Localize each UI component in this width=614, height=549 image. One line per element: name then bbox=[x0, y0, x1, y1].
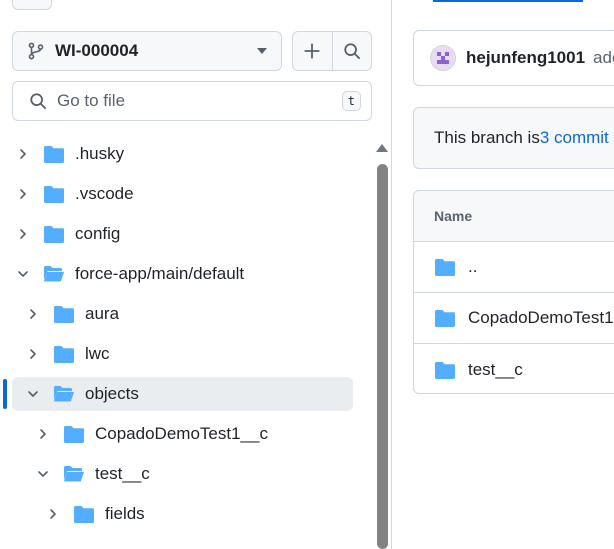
folder-icon bbox=[434, 308, 456, 328]
table-row[interactable]: .. bbox=[414, 242, 614, 293]
tree-item-label: force-app/main/default bbox=[75, 264, 245, 283]
tree-item[interactable]: test__c bbox=[36, 457, 150, 491]
plus-icon bbox=[303, 42, 321, 60]
tree-item[interactable]: config bbox=[16, 217, 120, 251]
tree-item[interactable]: objects bbox=[12, 377, 353, 411]
commit-message[interactable]: ado bbox=[593, 48, 614, 68]
tree-item[interactable]: CopadoDemoTest1__c bbox=[36, 417, 268, 451]
chevron-right-icon[interactable] bbox=[37, 428, 49, 440]
branch-status-text: This branch is bbox=[434, 128, 540, 147]
chevron-down-icon[interactable] bbox=[17, 268, 29, 280]
directory-content: hejunfeng1001 ado This branch is 3 commi… bbox=[393, 0, 614, 549]
go-to-file-search: t bbox=[12, 81, 372, 121]
chevron-right-icon[interactable] bbox=[27, 308, 39, 320]
chevron-down-icon[interactable] bbox=[27, 388, 39, 400]
search-code-button[interactable] bbox=[331, 32, 372, 70]
folder-icon bbox=[434, 257, 456, 277]
folder-open-icon bbox=[63, 464, 85, 484]
tree-actions bbox=[292, 31, 372, 71]
tree-item[interactable]: force-app/main/default bbox=[16, 257, 244, 291]
file-table: Name .. CopadoDemoTest1 test__c bbox=[413, 190, 614, 394]
table-row[interactable]: test__c bbox=[414, 344, 614, 393]
tree-item-label: .husky bbox=[75, 144, 125, 163]
file-name: CopadoDemoTest1 bbox=[468, 308, 614, 327]
branch-status-banner: This branch is 3 commit bbox=[413, 107, 614, 169]
folder-open-icon bbox=[43, 264, 65, 284]
tree-item[interactable]: fields bbox=[46, 497, 145, 531]
breadcrumb-link[interactable] bbox=[433, 0, 613, 4]
latest-commit-bar: hejunfeng1001 ado bbox=[413, 30, 614, 86]
table-row[interactable]: CopadoDemoTest1 bbox=[414, 293, 614, 344]
git-branch-icon bbox=[27, 42, 45, 60]
chevron-down-icon[interactable] bbox=[37, 468, 49, 480]
file-name: test__c bbox=[468, 359, 523, 379]
commit-author[interactable]: hejunfeng1001 bbox=[466, 48, 585, 68]
tree-item-label: fields bbox=[105, 504, 145, 523]
chevron-right-icon[interactable] bbox=[17, 148, 29, 160]
selected-indicator bbox=[3, 379, 7, 409]
file-name: .. bbox=[468, 257, 478, 276]
file-tree-panel: WI-000004 t .husky .vscode config force-app… bbox=[0, 0, 392, 549]
folder-open-icon bbox=[53, 384, 75, 404]
search-icon bbox=[343, 42, 361, 60]
search-icon bbox=[29, 92, 47, 110]
scrollbar-thumb[interactable] bbox=[377, 164, 388, 549]
tree-item-label: CopadoDemoTest1__c bbox=[95, 424, 268, 443]
tree-item-label: .vscode bbox=[75, 184, 134, 203]
branch-name: WI-000004 bbox=[55, 41, 139, 60]
scroll-up-arrow-icon[interactable] bbox=[376, 144, 388, 152]
name-column-header: Name bbox=[414, 191, 614, 242]
folder-icon bbox=[43, 224, 65, 244]
tree-item-label: aura bbox=[85, 304, 120, 323]
chevron-right-icon[interactable] bbox=[47, 508, 59, 520]
tree-item-label: lwc bbox=[85, 344, 110, 363]
folder-icon bbox=[43, 144, 65, 164]
chevron-right-icon[interactable] bbox=[17, 188, 29, 200]
tree-item[interactable]: .vscode bbox=[16, 177, 134, 211]
tree-item[interactable]: aura bbox=[26, 297, 119, 331]
chevron-down-icon bbox=[257, 48, 267, 54]
chevron-right-icon[interactable] bbox=[17, 228, 29, 240]
folder-icon bbox=[434, 360, 456, 380]
chevron-right-icon[interactable] bbox=[27, 348, 39, 360]
folder-icon bbox=[73, 504, 95, 524]
tree-item[interactable]: lwc bbox=[26, 337, 110, 371]
folder-icon bbox=[53, 344, 75, 364]
tree-item-label: config bbox=[75, 224, 121, 243]
branch-selector-button[interactable]: WI-000004 bbox=[12, 31, 282, 71]
commits-ahead-link[interactable]: 3 commit bbox=[540, 128, 609, 148]
tree-item-label: test__c bbox=[95, 464, 150, 483]
folder-icon bbox=[53, 304, 75, 324]
add-file-button[interactable] bbox=[293, 32, 332, 70]
collapse-sidebar-button[interactable] bbox=[12, 0, 52, 10]
avatar[interactable] bbox=[430, 45, 456, 71]
folder-icon bbox=[43, 184, 65, 204]
folder-icon bbox=[63, 424, 85, 444]
tree-item[interactable]: .husky bbox=[16, 137, 124, 171]
tree-item-label: objects bbox=[85, 384, 139, 403]
go-to-file-input[interactable] bbox=[57, 91, 342, 111]
keyboard-shortcut-hint: t bbox=[341, 91, 361, 111]
